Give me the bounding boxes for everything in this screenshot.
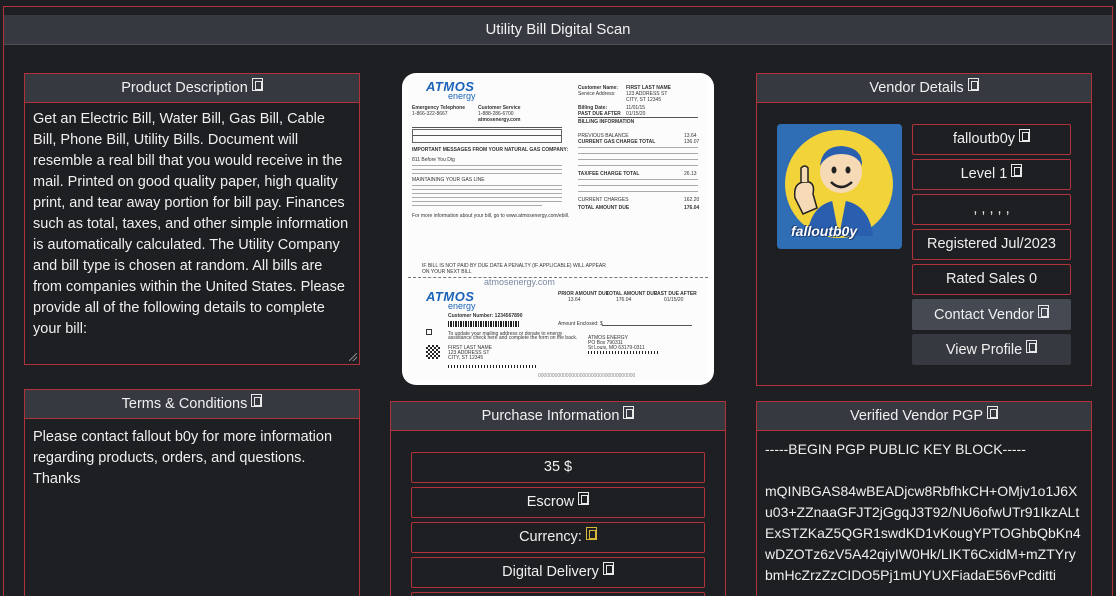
missing-glyph-icon xyxy=(1019,129,1031,142)
vendor-rated-sales-field: Rated Sales 0 xyxy=(912,264,1071,295)
product-description-text: Get an Electric Bill, Water Bill, Gas Bi… xyxy=(33,111,349,337)
pgp-panel: Verified Vendor PGP -----BEGIN PGP PUBLI… xyxy=(756,401,1092,596)
vendor-name-field[interactable]: falloutb0y xyxy=(912,124,1071,155)
pgp-header: Verified Vendor PGP xyxy=(757,402,1091,431)
product-description-title: Product Description xyxy=(121,80,248,96)
currency-field: Currency: xyxy=(411,522,705,553)
pgp-key-body: mQINBGAS84wBEADjcw8RbfhkCH+OMjv1o1J6Xu03… xyxy=(765,483,1081,583)
vendor-level: Level 1 xyxy=(960,166,1008,182)
bill-address-2: CITY, ST 12345 xyxy=(626,97,662,103)
purchase-next-field xyxy=(411,592,705,596)
escrow-field: Escrow xyxy=(411,487,705,518)
delivery-field: Digital Delivery xyxy=(411,557,705,588)
vendor-header: Vendor Details xyxy=(757,74,1091,103)
vendor-rating: , , , , , xyxy=(973,201,1010,217)
escrow-label: Escrow xyxy=(526,494,575,510)
terms-text: Please contact fallout b0y for more info… xyxy=(33,429,333,487)
bill-total-value: 176.04 xyxy=(684,205,700,211)
utility-bill-scan: ATMOS energy Customer Name: FIRST LAST N… xyxy=(408,77,708,381)
purchase-title: Purchase Information xyxy=(481,408,620,424)
terms-title: Terms & Conditions xyxy=(121,396,248,412)
bill-company-sub: energy xyxy=(448,91,476,101)
contact-vendor-label: Contact Vendor xyxy=(934,307,1034,323)
missing-glyph-icon xyxy=(251,78,263,91)
bill-url: atmosenergy.com xyxy=(478,117,521,123)
missing-glyph-icon xyxy=(1037,305,1049,318)
terms-panel: Terms & Conditions Please contact fallou… xyxy=(24,389,360,596)
vendor-title: Vendor Details xyxy=(869,80,964,96)
price-field: 35 $ xyxy=(411,452,705,483)
avatar-caption: falloutb0y xyxy=(791,223,858,239)
vendor-rated-sales: Rated Sales 0 xyxy=(945,271,1038,287)
pgp-begin-line: -----BEGIN PGP PUBLIC KEY BLOCK----- xyxy=(765,441,1026,457)
missing-glyph-icon xyxy=(602,562,614,575)
avatar[interactable]: falloutb0y xyxy=(777,124,902,249)
bill-total-label: TOTAL AMOUNT DUE xyxy=(578,205,630,211)
currency-label: Currency: xyxy=(519,529,582,545)
page-title: Utility Bill Digital Scan xyxy=(4,15,1112,45)
price-value: 35 $ xyxy=(543,459,573,475)
terms-header: Terms & Conditions xyxy=(25,390,359,419)
view-profile-button[interactable]: View Profile xyxy=(912,334,1071,365)
pgp-key-textarea[interactable]: -----BEGIN PGP PUBLIC KEY BLOCK----- mQI… xyxy=(757,431,1091,591)
vendor-name: falloutb0y xyxy=(952,131,1016,147)
missing-glyph-icon xyxy=(578,492,590,505)
missing-glyph-icon xyxy=(623,406,635,419)
purchase-header: Purchase Information xyxy=(391,402,725,431)
bill-section-billing: BILLING INFORMATION xyxy=(578,119,635,125)
product-description-textarea[interactable]: Get an Electric Bill, Water Bill, Gas Bi… xyxy=(25,103,359,363)
view-profile-label: View Profile xyxy=(945,342,1023,358)
vendor-level-field: Level 1 xyxy=(912,159,1071,190)
bill-customer-number: Customer Number: 1234567890 xyxy=(448,313,523,319)
vendor-rating-field: , , , , , xyxy=(912,194,1071,225)
product-description-panel: Product Description Get an Electric Bill… xyxy=(24,73,360,365)
missing-glyph-icon xyxy=(251,394,263,407)
delivery-label: Digital Delivery xyxy=(502,564,599,580)
missing-glyph-icon xyxy=(1026,340,1038,353)
vendor-registered: Registered Jul/2023 xyxy=(927,236,1056,252)
contact-vendor-button[interactable]: Contact Vendor xyxy=(912,299,1071,330)
vendor-registered-field: Registered Jul/2023 xyxy=(912,229,1071,260)
product-image[interactable]: ATMOS energy Customer Name: FIRST LAST N… xyxy=(402,73,714,385)
missing-glyph-icon xyxy=(1011,164,1023,177)
product-description-header: Product Description xyxy=(25,74,359,103)
resize-grip-icon[interactable] xyxy=(349,353,357,361)
bill-stub-sub: energy xyxy=(448,301,476,311)
pgp-title: Verified Vendor PGP xyxy=(850,408,983,424)
missing-glyph-icon xyxy=(967,78,979,91)
currency-icon xyxy=(585,527,597,540)
missing-glyph-icon xyxy=(987,406,998,419)
